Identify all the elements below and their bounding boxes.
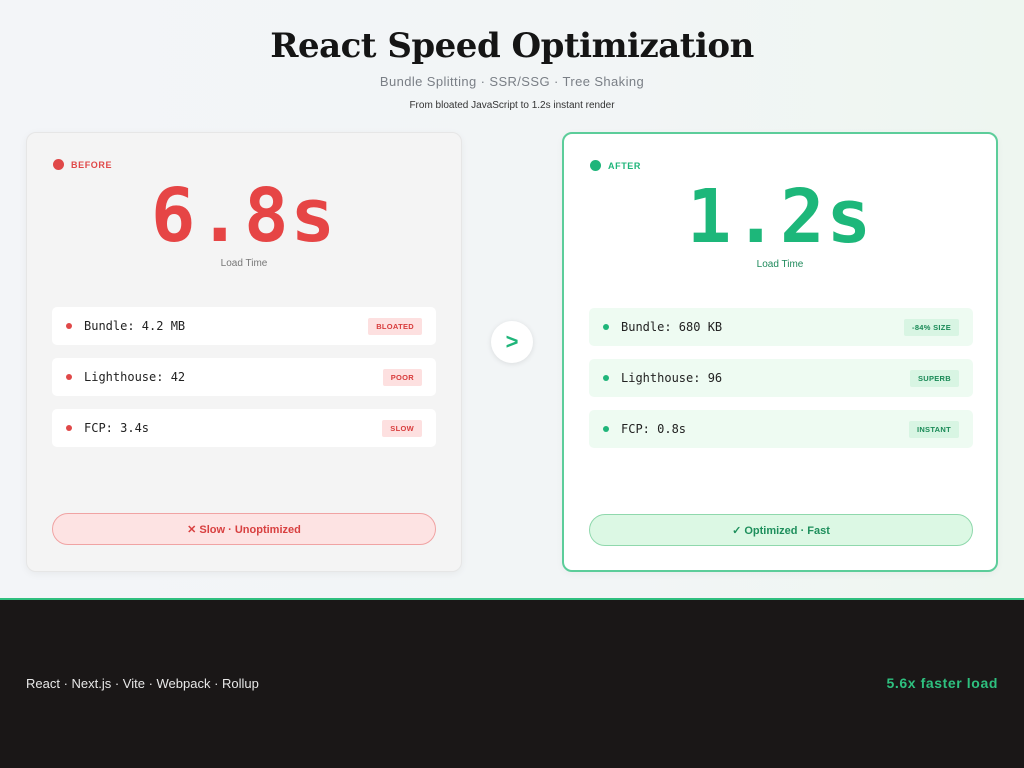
metric-text: FCP: 0.8s — [621, 422, 687, 436]
metric-badge: INSTANT — [908, 420, 959, 438]
page-subtitle: Bundle Splitting · SSR/SSG · Tree Shakin… — [379, 74, 645, 89]
after-metrics-list: Bundle: 680 KB -84% SIZE Lighthouse: 96 … — [589, 308, 973, 461]
metric-row: FCP: 3.4s SLOW — [52, 409, 436, 447]
bullet-icon — [603, 426, 609, 432]
after-load-time: 1.2s — [686, 174, 874, 260]
arrow-right-icon: > — [491, 321, 533, 363]
after-card: AFTER 1.2s Load Time Bundle: 680 KB -84%… — [562, 132, 998, 572]
speedup-text: 5.6x faster load — [886, 675, 998, 691]
metric-text: Bundle: 4.2 MB — [84, 319, 186, 333]
metric-text: Lighthouse: 96 — [621, 371, 723, 385]
status-dot-icon — [590, 160, 601, 171]
after-status-pill: ✓ Optimized · Fast — [589, 514, 973, 546]
before-label: BEFORE — [71, 159, 113, 170]
before-load-time: 6.8s — [150, 173, 338, 259]
before-status-pill: ✕ Slow · Unoptimized — [52, 513, 436, 545]
page-tagline: From bloated JavaScript to 1.2s instant … — [409, 100, 615, 111]
metric-badge: SLOW — [382, 419, 422, 437]
page-title: React Speed Optimization — [270, 26, 754, 66]
metric-text: Bundle: 680 KB — [621, 320, 723, 334]
metric-row: Bundle: 4.2 MB BLOATED — [52, 307, 436, 345]
before-metrics-list: Bundle: 4.2 MB BLOATED Lighthouse: 42 PO… — [52, 307, 436, 460]
after-load-time-label: Load Time — [756, 259, 804, 270]
after-tag: AFTER — [590, 160, 641, 171]
status-dot-icon — [53, 159, 64, 170]
after-label: AFTER — [608, 160, 641, 171]
metric-badge: -84% SIZE — [904, 318, 959, 336]
metric-text: FCP: 3.4s — [84, 421, 150, 435]
metric-row: Lighthouse: 42 POOR — [52, 358, 436, 396]
metric-row: Bundle: 680 KB -84% SIZE — [589, 308, 973, 346]
before-card: BEFORE 6.8s Load Time Bundle: 4.2 MB BLO… — [26, 132, 462, 572]
metric-text: Lighthouse: 42 — [84, 370, 186, 384]
bullet-icon — [66, 374, 72, 380]
metric-badge: SUPERB — [909, 369, 959, 387]
bullet-icon — [603, 375, 609, 381]
bullet-icon — [66, 425, 72, 431]
tech-stack-text: React · Next.js · Vite · Webpack · Rollu… — [26, 676, 259, 691]
bullet-icon — [603, 324, 609, 330]
metric-row: FCP: 0.8s INSTANT — [589, 410, 973, 448]
metric-row: Lighthouse: 96 SUPERB — [589, 359, 973, 397]
before-tag: BEFORE — [53, 159, 112, 170]
metric-badge: POOR — [382, 368, 422, 386]
footer: React · Next.js · Vite · Webpack · Rollu… — [0, 598, 1024, 768]
before-load-time-label: Load Time — [220, 258, 268, 269]
metric-badge: BLOATED — [368, 317, 422, 335]
bullet-icon — [66, 323, 72, 329]
